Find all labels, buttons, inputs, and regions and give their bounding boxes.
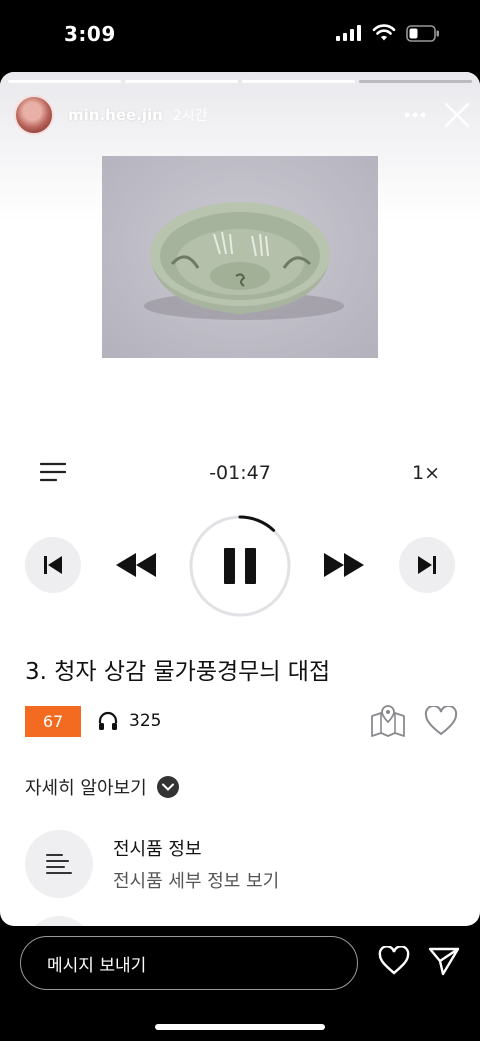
exhibit-info-item[interactable]: 전시품 정보 전시품 세부 정보 보기 bbox=[25, 830, 455, 898]
send-icon[interactable] bbox=[428, 946, 460, 976]
next-item-icon-peek bbox=[25, 916, 93, 926]
story-username[interactable]: min.hee.jin bbox=[68, 106, 163, 124]
story-progress-segment bbox=[242, 80, 355, 83]
fast-forward-button[interactable] bbox=[320, 548, 368, 582]
rewind-button[interactable] bbox=[112, 548, 160, 582]
rewind-icon bbox=[116, 553, 156, 577]
exhibit-info-text: 전시품 정보 전시품 세부 정보 보기 bbox=[113, 835, 279, 893]
avatar[interactable] bbox=[14, 95, 54, 135]
message-input-placeholder: 메시지 보내기 bbox=[47, 955, 147, 976]
battery-icon bbox=[406, 24, 439, 42]
celadon-bowl-image bbox=[144, 202, 344, 320]
chevron-down-icon bbox=[156, 776, 179, 798]
story-progress-bar bbox=[8, 80, 472, 83]
status-icons bbox=[336, 24, 440, 42]
exhibit-info-subtitle: 전시품 세부 정보 보기 bbox=[113, 871, 280, 892]
next-track-button[interactable] bbox=[399, 537, 455, 593]
playback-speed-button[interactable]: 1× bbox=[412, 462, 440, 484]
track-number-badge: 67 bbox=[25, 705, 81, 737]
pause-icon bbox=[224, 548, 256, 584]
heart-icon[interactable] bbox=[424, 706, 458, 736]
headphones-icon bbox=[98, 711, 118, 730]
skip-previous-icon bbox=[44, 556, 62, 574]
exhibit-info-title: 전시품 정보 bbox=[113, 839, 202, 860]
map-location-icon[interactable] bbox=[370, 704, 406, 738]
track-actions bbox=[370, 704, 458, 738]
listen-count-value: 325 bbox=[129, 711, 162, 731]
more-icon[interactable] bbox=[404, 112, 426, 118]
cellular-signal-icon bbox=[336, 25, 361, 41]
previous-track-button[interactable] bbox=[25, 537, 81, 593]
story-time-ago: 2시간 bbox=[172, 108, 208, 124]
status-bar: 3:09 bbox=[0, 0, 480, 72]
artwork-image bbox=[102, 156, 378, 358]
story-progress-segment bbox=[8, 80, 121, 83]
track-title: 3. 청자 상감 물가풍경무늬 대접 bbox=[25, 659, 331, 685]
pause-button[interactable] bbox=[188, 514, 292, 618]
track-meta-row: 67 325 bbox=[25, 704, 458, 738]
listen-count: 325 bbox=[97, 710, 161, 732]
fast-forward-icon bbox=[324, 553, 364, 577]
details-toggle[interactable]: 자세히 알아보기 bbox=[25, 774, 179, 800]
story-progress-segment bbox=[125, 80, 238, 83]
player-top-controls: -01:47 1× bbox=[0, 460, 480, 490]
like-heart-icon[interactable] bbox=[378, 946, 410, 976]
story-progress-segment bbox=[359, 80, 472, 83]
text-lines-icon bbox=[25, 830, 93, 898]
home-indicator[interactable] bbox=[155, 1024, 325, 1030]
skip-next-icon bbox=[418, 556, 436, 574]
story-header-actions bbox=[404, 102, 470, 128]
status-time: 3:09 bbox=[64, 22, 116, 46]
story-card[interactable]: min.hee.jin 2시간 -01:47 1× 3. 청자 상감 물가풍경무… bbox=[0, 72, 480, 926]
story-header: min.hee.jin 2시간 bbox=[14, 94, 470, 136]
close-icon[interactable] bbox=[444, 102, 470, 128]
remaining-time: -01:47 bbox=[209, 462, 271, 484]
wifi-icon bbox=[372, 24, 396, 41]
message-input[interactable]: 메시지 보내기 bbox=[20, 936, 358, 990]
transport-controls bbox=[0, 512, 480, 620]
details-toggle-label: 자세히 알아보기 bbox=[25, 778, 147, 799]
